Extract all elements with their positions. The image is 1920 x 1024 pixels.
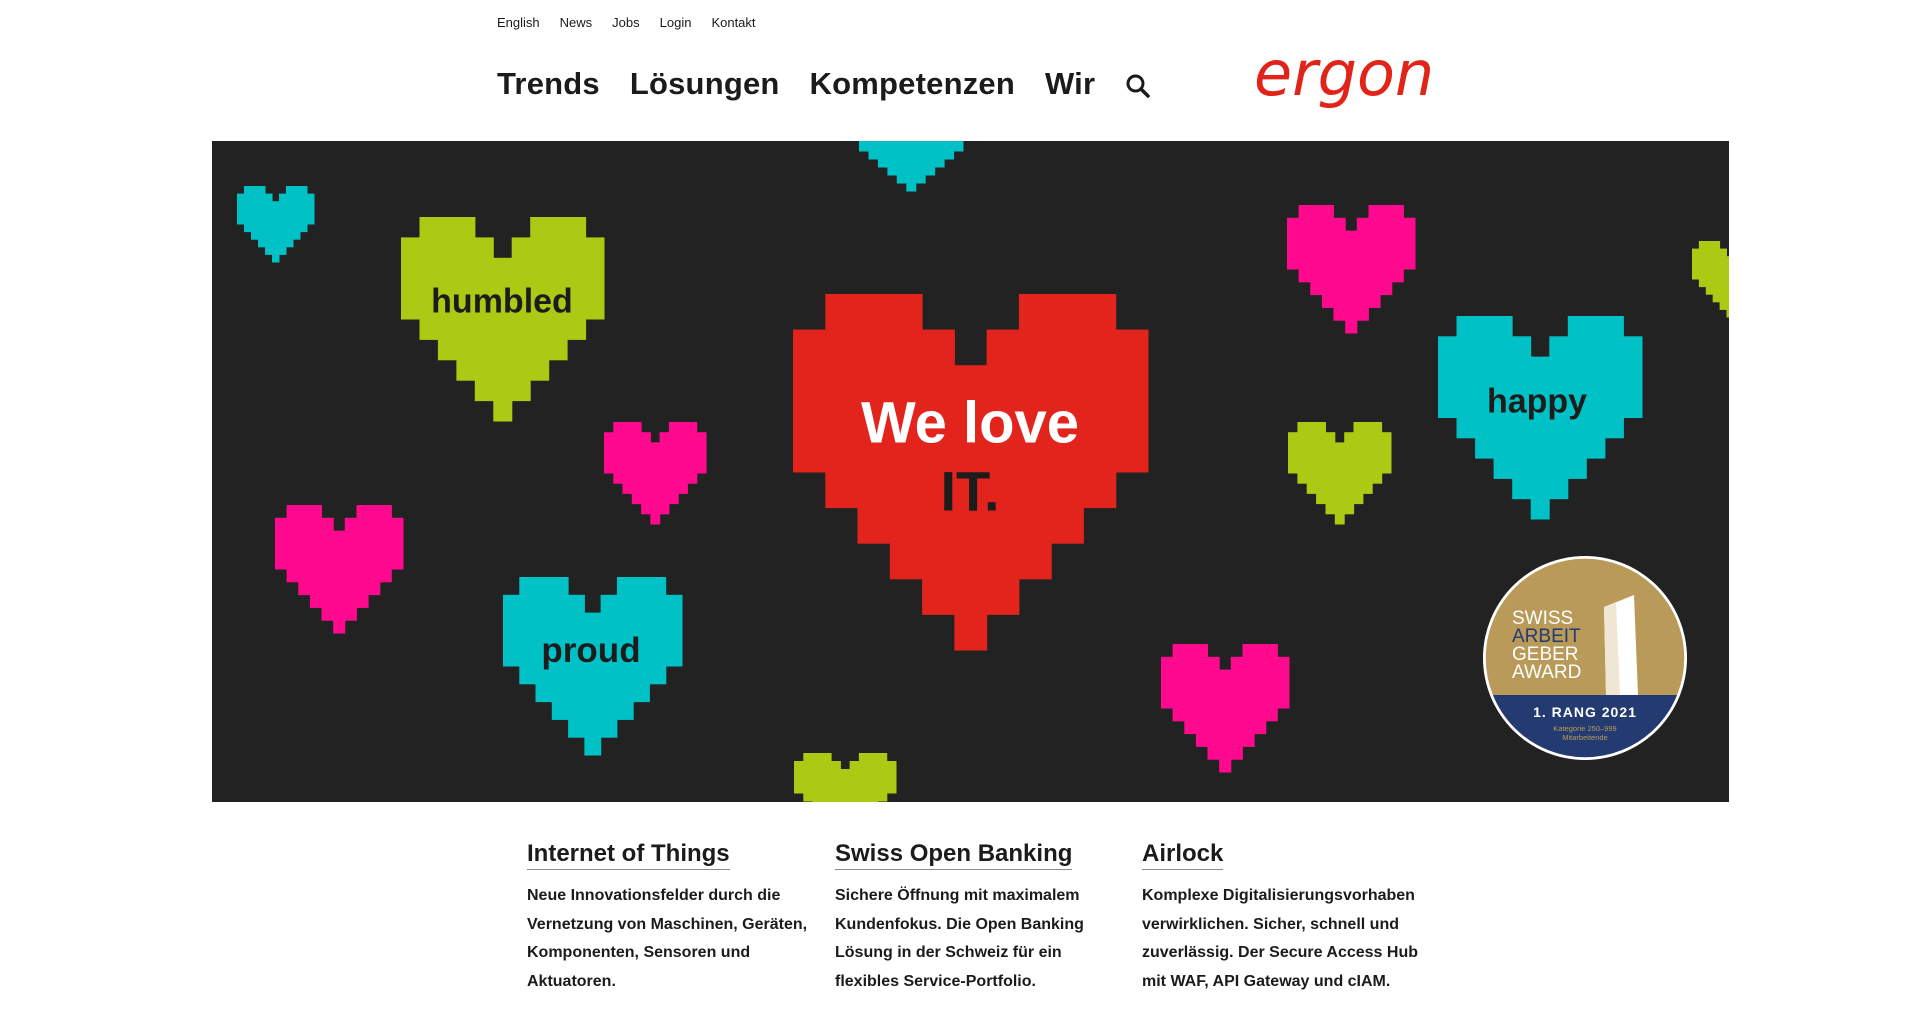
top-utility-nav: English News Jobs Login Kontakt [497,15,756,30]
news-link[interactable]: News [560,15,593,30]
heart-cyan-top [859,141,964,192]
nav-trends[interactable]: Trends [497,66,600,102]
card-title[interactable]: Airlock [1142,840,1224,870]
heart-pink-top-right [1287,205,1416,334]
award-rank: 1. RANG 2021 [1533,704,1637,720]
card-airlock[interactable]: Airlock Komplexe Digitalisierungsvorhabe… [1142,840,1427,996]
hero-headline: We love [860,390,1080,456]
award-category-sub: Mitarbeitende [1562,733,1607,742]
heart-lime-small [1288,422,1392,525]
card-title[interactable]: Swiss Open Banking [835,840,1073,870]
heart-lime-bottom [794,753,897,802]
heart-label-humbled: humbled [431,282,573,321]
heart-pink-left [275,505,404,634]
logo-text: ergon [1254,45,1434,110]
heart-pink [604,422,707,525]
heart-lime-edge [1692,241,1729,318]
award-category: Kategorie 250–999 [1553,724,1616,733]
ergon-logo[interactable]: ergon [1250,37,1440,115]
card-swiss-open-banking[interactable]: Swiss Open Banking Sichere Öffnung mit m… [835,840,1120,996]
jobs-link[interactable]: Jobs [612,15,639,30]
heart-label-proud: proud [541,631,641,670]
nav-loesungen[interactable]: Lösungen [630,66,780,102]
main-nav: Trends Lösungen Kompetenzen Wir [497,66,1151,102]
card-description: Komplexe Digitalisierungsvorhaben verwir… [1142,887,1418,990]
search-icon[interactable] [1125,73,1151,99]
nav-wir[interactable]: Wir [1045,66,1095,102]
card-internet-of-things[interactable]: Internet of Things Neue Innovationsfelde… [527,840,812,996]
hero-headline-it: IT. [940,459,1000,523]
contact-link[interactable]: Kontakt [711,15,755,30]
card-title[interactable]: Internet of Things [527,840,730,870]
nav-kompetenzen[interactable]: Kompetenzen [810,66,1015,102]
card-description: Sichere Öffnung mit maximalem Kundenfoku… [835,887,1084,990]
login-link[interactable]: Login [660,15,692,30]
heart-cyan-small [237,186,315,263]
language-link-english[interactable]: English [497,15,540,30]
heart-label-happy: happy [1486,382,1588,421]
award-badge[interactable]: SWISS ARBEIT GEBER AWARD 1. RANG 2021 Ka… [1482,555,1688,761]
award-line-award: AWARD [1512,662,1581,683]
heart-pink-bottom [1161,644,1290,773]
card-description: Neue Innovationsfelder durch die Vernetz… [527,887,808,990]
hero-banner: humbled proud happy We love IT. SWISS AR… [212,141,1729,802]
